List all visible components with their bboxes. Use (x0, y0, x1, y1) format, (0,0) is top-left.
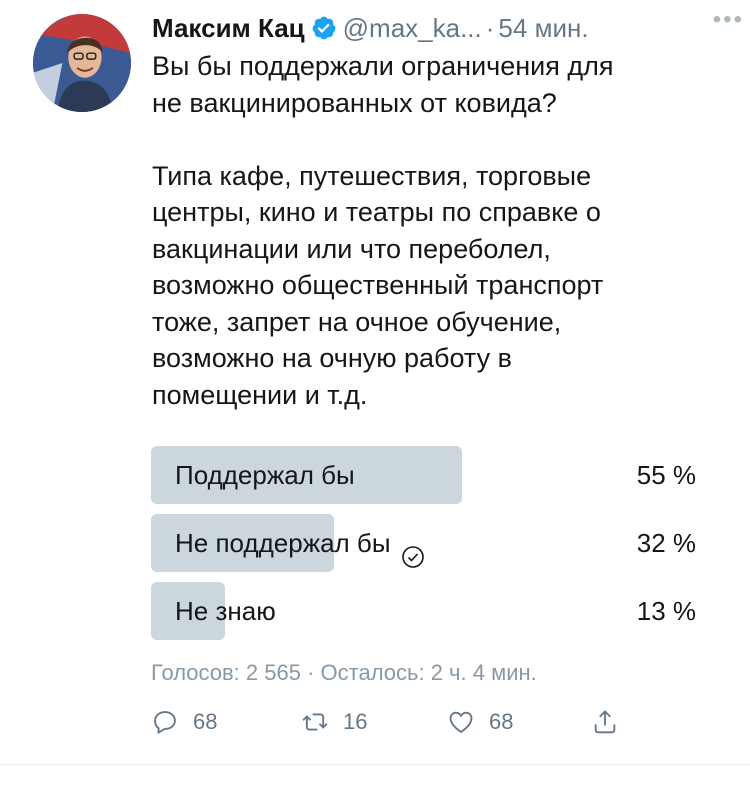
author-name[interactable]: Максим Кац (152, 13, 305, 44)
poll-option-percent: 13 % (636, 596, 696, 626)
poll-option: Не знаю 13 % (151, 582, 696, 640)
tweet-actions: 68 16 68 (151, 702, 631, 742)
retweet-count: 16 (343, 709, 368, 734)
poll-option-label: Не знаю (175, 582, 276, 640)
retweet-icon (302, 713, 328, 731)
heart-icon (449, 711, 473, 734)
poll-option-label: Не поддержал бы (175, 514, 425, 572)
poll-meta: Голосов: 2 565 · Осталось: 2 ч. 4 мин. (151, 660, 537, 685)
poll-option-label: Поддержал бы (175, 446, 355, 504)
reply-button[interactable]: 68 (151, 702, 217, 742)
poll-option: Поддержал бы 55 % (151, 446, 696, 504)
verified-badge-icon (311, 15, 337, 41)
share-icon (594, 710, 616, 734)
poll-option-text: Не поддержал бы (175, 528, 391, 558)
avatar[interactable] (33, 14, 131, 112)
like-button[interactable]: 68 (447, 702, 513, 742)
tweet-timestamp[interactable]: 54 мин. (498, 13, 588, 44)
poll-option-percent: 55 % (636, 460, 696, 490)
poll-option: Не поддержал бы 32 % (151, 514, 696, 572)
tweet-text: Вы бы поддержали ограничения для не вакц… (152, 51, 614, 410)
poll-option-text: Не знаю (175, 596, 276, 626)
tweet-header: Максим Кац @max_ka... · 54 мин. (152, 8, 730, 48)
share-button[interactable] (591, 702, 633, 742)
retweet-button[interactable]: 16 (301, 702, 367, 742)
divider (0, 764, 750, 765)
reply-icon (154, 711, 176, 735)
poll-option-text: Поддержал бы (175, 460, 355, 490)
poll: Поддержал бы 55 % Не поддержал бы 32 % Н… (151, 446, 696, 650)
poll-option-percent: 32 % (636, 528, 696, 558)
like-count: 68 (489, 709, 514, 734)
reply-count: 68 (193, 709, 218, 734)
separator-dot: · (485, 12, 495, 43)
author-handle[interactable]: @max_ka... (343, 13, 482, 44)
more-icon[interactable]: ••• (713, 6, 744, 34)
check-circle-icon (401, 531, 425, 568)
